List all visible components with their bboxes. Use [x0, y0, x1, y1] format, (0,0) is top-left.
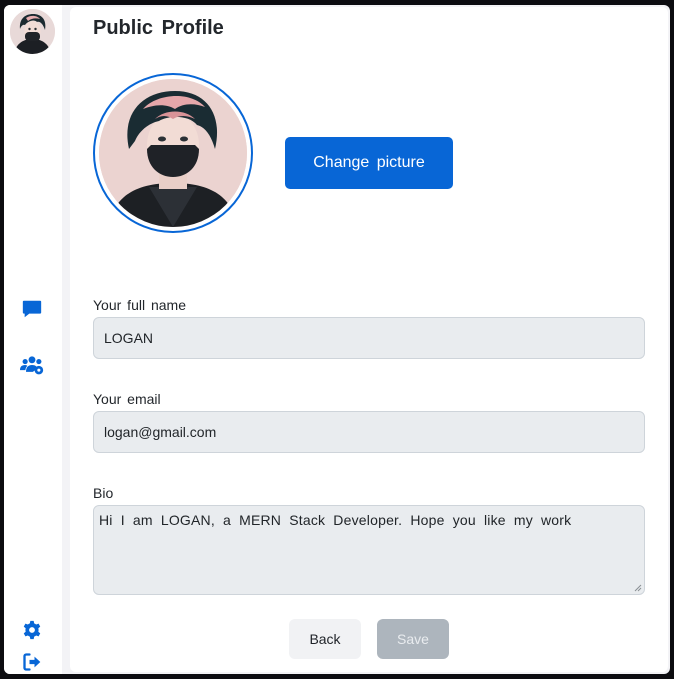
resize-handle-icon[interactable] — [634, 584, 642, 592]
sidebar — [4, 5, 62, 674]
full-name-value: LOGAN — [104, 330, 154, 346]
full-name-label: Your full name — [93, 297, 186, 313]
avatar-illustration-icon — [10, 9, 55, 54]
back-button[interactable]: Back — [289, 619, 361, 659]
gear-icon[interactable] — [20, 618, 44, 642]
app-window: Public Profile Change picture Your full … — [4, 5, 670, 674]
email-field[interactable]: logan@gmail.com — [93, 411, 645, 453]
bio-textarea[interactable]: Hi I am LOGAN, a MERN Stack Developer. H… — [93, 505, 645, 595]
users-settings-icon[interactable] — [20, 353, 44, 377]
bio-label: Bio — [93, 485, 114, 501]
profile-picture — [93, 73, 253, 233]
profile-panel: Public Profile Change picture Your full … — [70, 7, 668, 672]
page-title: Public Profile — [93, 17, 224, 39]
full-name-field[interactable]: LOGAN — [93, 317, 645, 359]
chat-icon[interactable] — [20, 297, 44, 321]
save-button[interactable]: Save — [377, 619, 449, 659]
change-picture-button[interactable]: Change picture — [285, 137, 453, 189]
logout-icon[interactable] — [20, 650, 44, 674]
email-value: logan@gmail.com — [104, 424, 217, 440]
bio-value: Hi I am LOGAN, a MERN Stack Developer. H… — [99, 512, 572, 528]
email-label: Your email — [93, 391, 161, 407]
user-avatar[interactable] — [10, 9, 55, 54]
profile-illustration-icon — [99, 79, 247, 227]
